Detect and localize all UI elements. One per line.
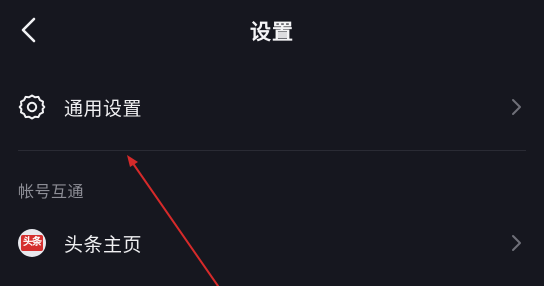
general-settings-row[interactable]: 通用设置 (0, 76, 544, 138)
toutiao-homepage-label: 头条主页 (64, 234, 143, 256)
toutiao-logo-icon: 头条 (18, 229, 46, 257)
chevron-right-icon (512, 99, 521, 115)
general-settings-label: 通用设置 (64, 98, 143, 120)
toutiao-logo-text: 头条 (21, 235, 43, 251)
header-bar: 设置 (0, 0, 544, 62)
page-title: 设置 (250, 20, 294, 44)
divider (18, 150, 526, 151)
chevron-right-icon (512, 235, 521, 251)
gear-icon (18, 94, 46, 120)
toutiao-homepage-row[interactable]: 头条 头条主页 (0, 212, 544, 274)
settings-screen: 设置 通用设置 帐号互通 头条 头条主页 (0, 0, 544, 286)
account-linking-section-title: 帐号互通 (18, 182, 85, 201)
